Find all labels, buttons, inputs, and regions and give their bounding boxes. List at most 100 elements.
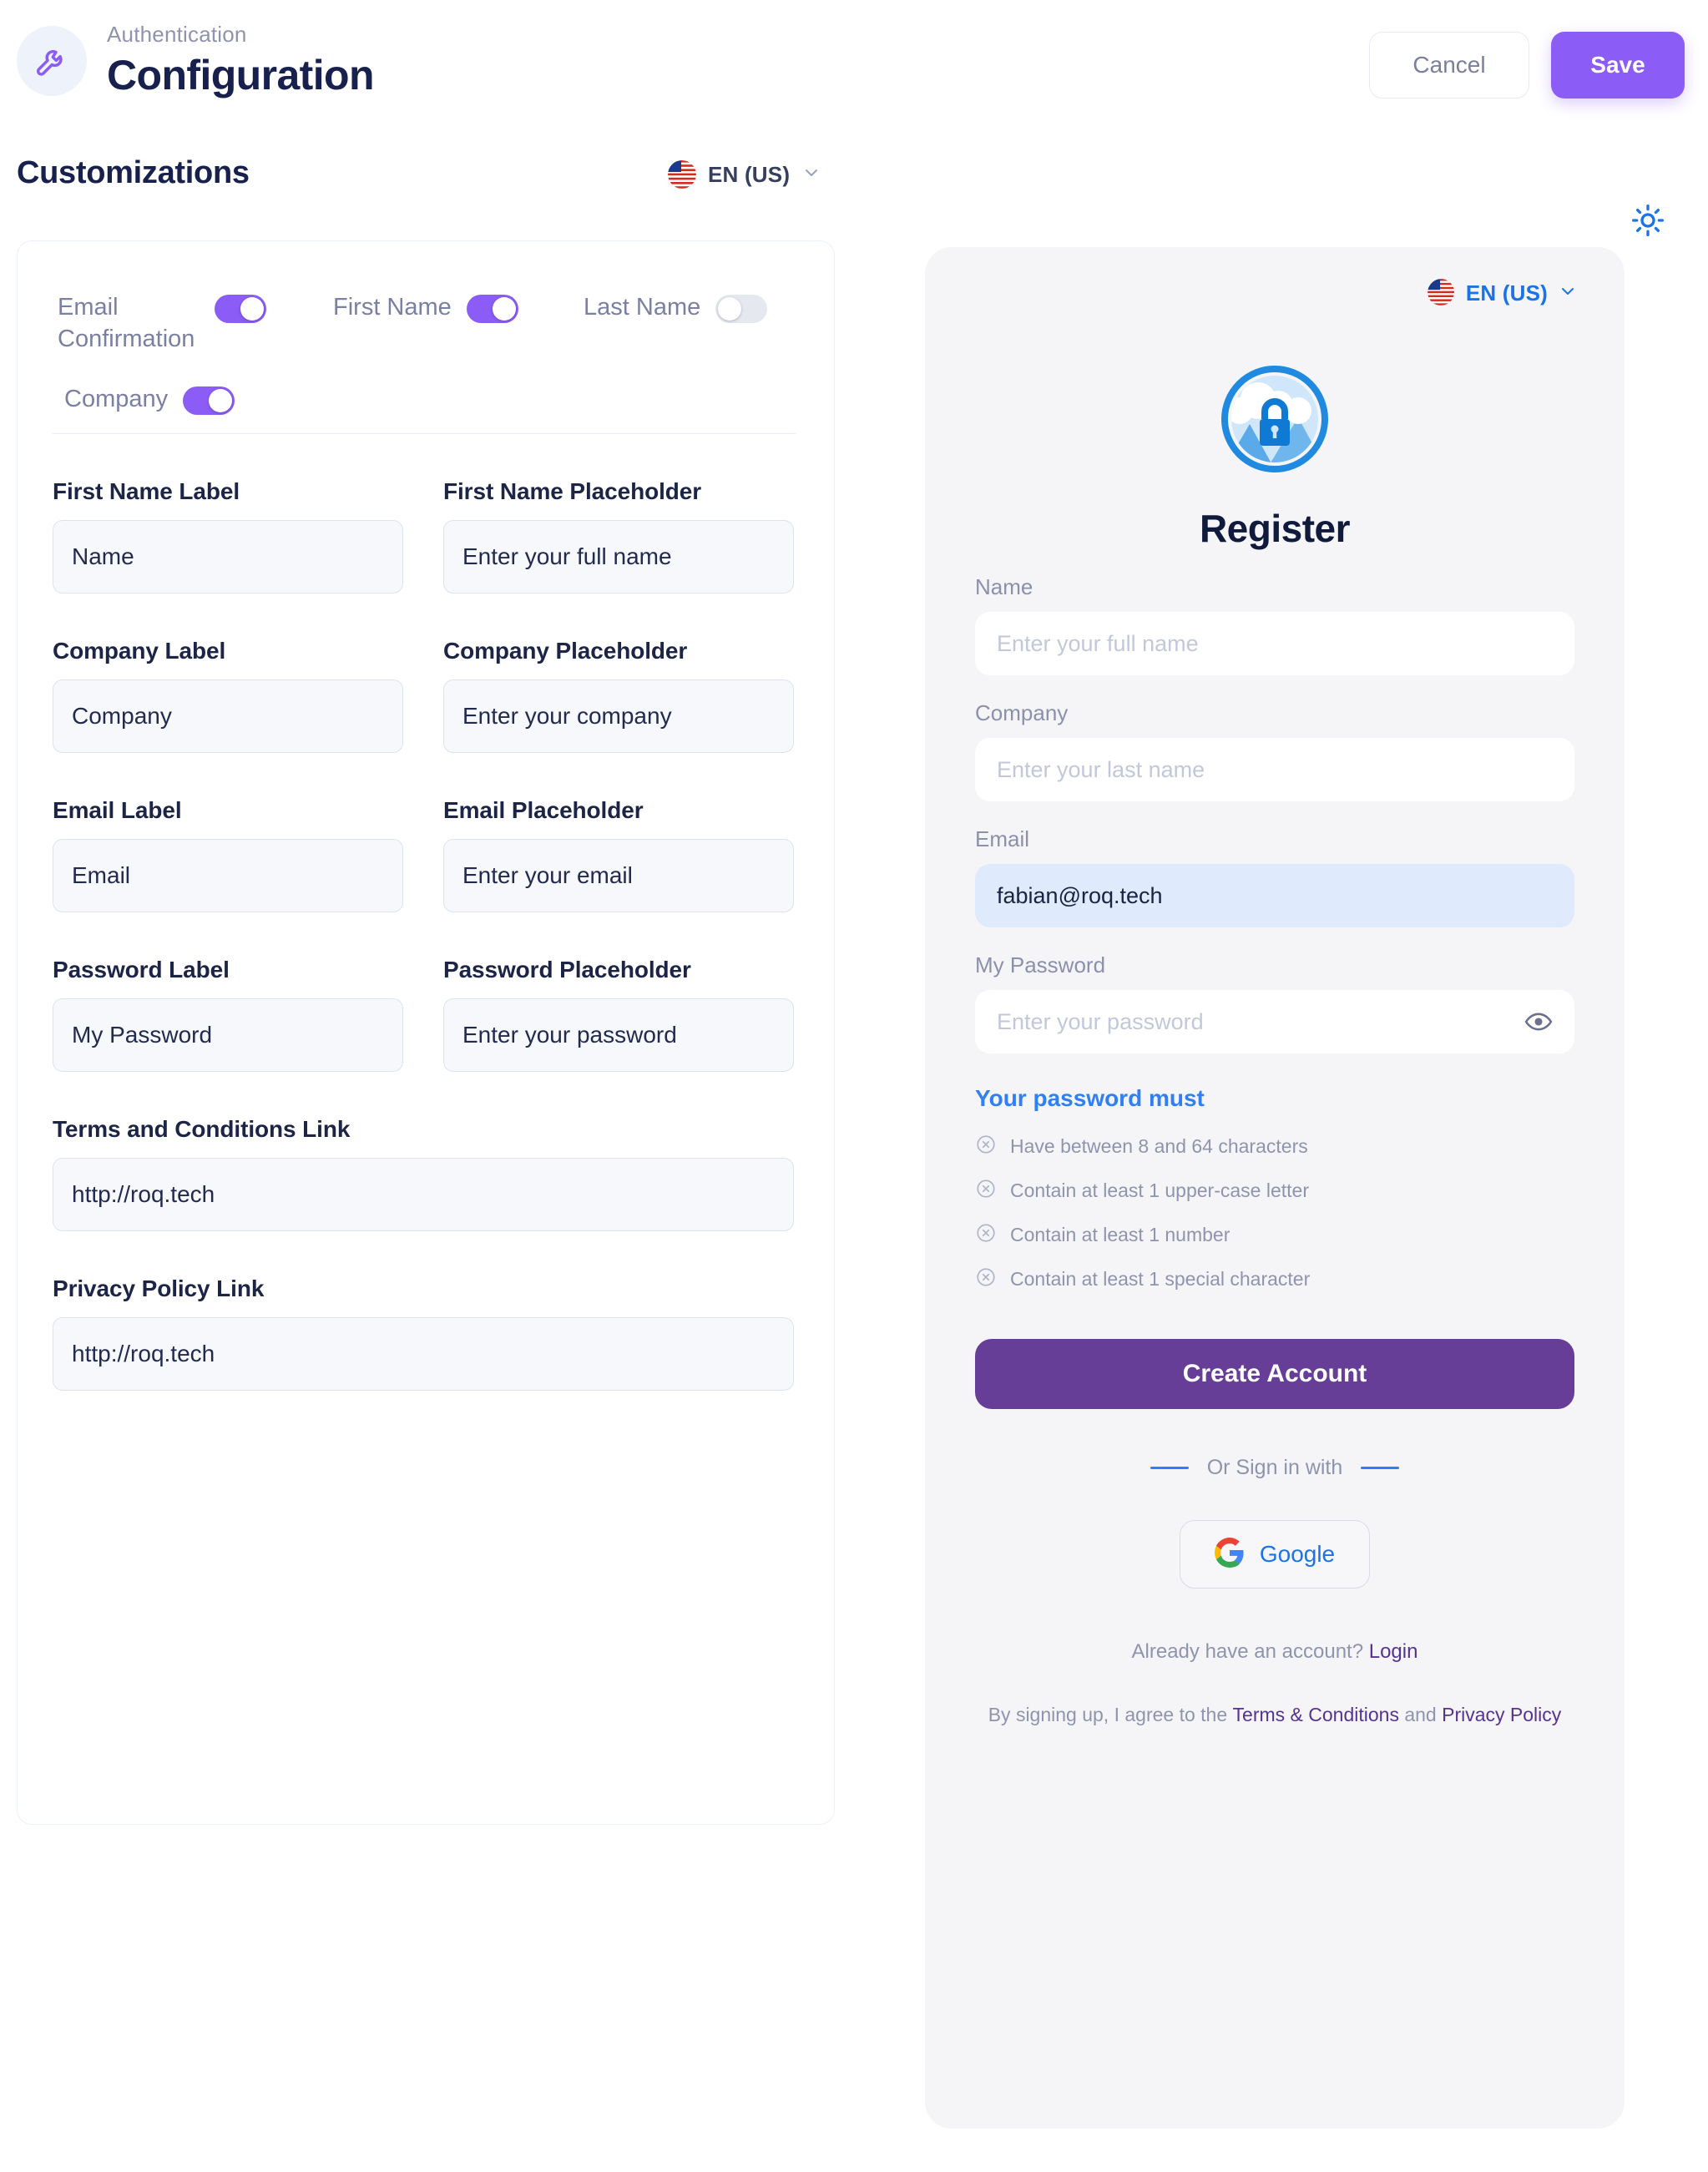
create-account-wrapper: Create Account [925,1311,1625,1409]
cancel-button[interactable]: Cancel [1369,32,1529,98]
toggle-switch-email-confirmation[interactable] [215,295,266,323]
header-text-block: Authentication Configuration [107,22,375,99]
preview-field-email: Email [925,826,1625,927]
toggle-label: Company [64,386,169,412]
field-label: Company Placeholder [443,638,688,664]
toggle-company[interactable]: Company [64,383,235,416]
section-title-customizations: Customizations [17,155,250,190]
field-terms-link: Terms and Conditions Link [53,1116,794,1231]
field-label: Password Placeholder [443,957,691,982]
field-password-placeholder: Password Placeholder [443,957,794,1072]
eye-icon[interactable] [1524,1008,1553,1036]
toggle-switch-company[interactable] [183,386,235,416]
first-name-placeholder-input[interactable] [443,520,794,594]
wrench-icon [17,25,87,96]
password-rule: Have between 8 and 64 characters [975,1134,1574,1159]
password-input[interactable] [975,990,1574,1053]
name-input[interactable] [975,612,1574,675]
google-signin-button[interactable]: Google [1180,1520,1370,1589]
language-selector-editor[interactable]: EN (US) [668,160,821,189]
legal-row: By signing up, I agree to the Terms & Co… [925,1704,1625,1726]
terms-link-input[interactable] [53,1158,794,1231]
toggle-label: First Name [333,294,452,321]
circle-x-icon [975,1222,997,1248]
preview-field-label: Name [975,574,1033,599]
circle-x-icon [975,1178,997,1204]
email-input[interactable] [975,864,1574,927]
language-label-editor: EN (US) [708,161,791,187]
separator-dash-right [1361,1467,1400,1469]
field-label: Password Label [53,957,230,982]
field-email-placeholder: Email Placeholder [443,797,794,912]
us-flag-icon [1427,279,1456,307]
field-row: Terms and Conditions Link [53,1116,804,1231]
company-input[interactable] [975,738,1574,801]
register-preview-card: EN (US) Register Name Enter your full na… [925,247,1625,2129]
email-placeholder-input[interactable] [443,839,794,912]
field-label: Privacy Policy Link [53,1275,265,1301]
password-rule: Contain at least 1 special character [975,1266,1574,1292]
company-label-input[interactable] [53,679,403,753]
password-placeholder-input[interactable] [443,998,794,1072]
legal-prefix-text: By signing up, I agree to the [988,1704,1228,1725]
field-label: Email Placeholder [443,797,644,823]
password-rule-text: Have between 8 and 64 characters [1010,1135,1308,1157]
email-label-input[interactable] [53,839,403,912]
login-prompt-text: Already have an account? [1131,1640,1364,1663]
field-email-label: Email Label [53,797,403,912]
field-password-label: Password Label [53,957,403,1072]
password-label-input[interactable] [53,998,403,1072]
feature-toggles-row: Email Confirmation First Name Last Name [58,291,801,356]
password-input-wrapper [975,990,1574,1053]
field-first-name-placeholder: First Name Placeholder [443,478,794,594]
toggle-label: Email Confirmation [58,294,195,353]
page-title: Configuration [107,52,375,98]
privacy-link-input[interactable] [53,1317,794,1391]
field-label: First Name Label [53,478,240,504]
privacy-policy-link[interactable]: Privacy Policy [1442,1704,1561,1725]
field-row: Company Label Company Placeholder [53,638,804,753]
field-label: Terms and Conditions Link [53,1116,351,1142]
terms-link[interactable]: Terms & Conditions [1233,1704,1399,1725]
language-label-preview: EN (US) [1465,280,1548,306]
google-icon [1214,1537,1245,1572]
field-row: Email Label Email Placeholder [53,797,804,912]
or-separator-text: Or Sign in with [1206,1456,1343,1479]
us-flag-icon [668,160,696,189]
preview-field-label: My Password [975,952,1106,977]
separator-dash-left [1150,1467,1189,1469]
language-selector-preview[interactable]: EN (US) [1427,279,1578,307]
preview-field-name: Name [925,574,1625,675]
password-rule-text: Contain at least 1 upper-case letter [1010,1179,1309,1201]
preview-title: Register [1199,507,1351,550]
or-separator: Or Sign in with [925,1456,1625,1480]
toggle-label: Last Name [584,294,701,321]
preview-field-password: My Password [925,952,1625,1053]
sun-icon[interactable] [1628,200,1668,240]
toggle-first-name[interactable]: First Name [333,291,584,323]
password-rule-text: Contain at least 1 special character [1010,1268,1311,1290]
field-label: Email Label [53,797,182,823]
toggle-knob [240,297,264,321]
header-actions: Cancel Save [1369,32,1685,98]
password-requirements: Your password must Have between 8 and 64… [925,1078,1625,1292]
save-button[interactable]: Save [1551,32,1685,98]
first-name-label-input[interactable] [53,520,403,594]
toggle-switch-last-name[interactable] [715,295,768,323]
company-placeholder-input[interactable] [443,679,794,753]
login-link[interactable]: Login [1369,1640,1418,1663]
toggle-last-name[interactable]: Last Name [584,291,768,323]
create-account-button[interactable]: Create Account [975,1339,1574,1409]
password-rule: Contain at least 1 number [975,1222,1574,1248]
field-privacy-link: Privacy Policy Link [53,1275,794,1391]
preview-field-label: Company [975,700,1069,725]
legal-and-text: and [1404,1704,1437,1725]
breadcrumb: Authentication [107,22,247,47]
google-label: Google [1259,1541,1336,1567]
toggle-email-confirmation[interactable]: Email Confirmation [58,291,333,356]
customization-fields: First Name Label First Name Placeholder … [53,478,804,1435]
register-form: Name Company Email My Password [925,574,1625,1726]
lock-landscape-logo [1221,366,1328,472]
field-row: Password Label Password Placeholder [53,957,804,1072]
toggle-switch-first-name[interactable] [466,295,518,323]
